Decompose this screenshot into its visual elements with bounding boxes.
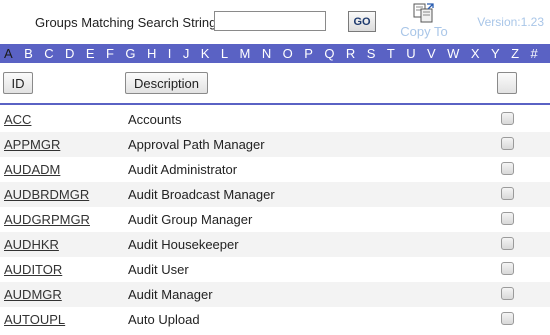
description-column-sort-button[interactable]: Description (125, 72, 208, 94)
alphabet-letter-m[interactable]: M (240, 46, 251, 61)
row-select-checkbox[interactable] (501, 187, 514, 200)
group-id-link[interactable]: AUDGRPMGR (4, 212, 90, 227)
alphabet-letter-e[interactable]: E (86, 46, 95, 61)
search-input[interactable] (214, 11, 326, 31)
header-divider (0, 103, 550, 105)
group-description: Audit Broadcast Manager (128, 187, 275, 202)
row-select-checkbox[interactable] (501, 137, 514, 150)
group-id-link[interactable]: AUDHKR (4, 237, 59, 252)
version-label: Version:1.23 (477, 15, 544, 29)
table-row: AUDMGR Audit Manager (0, 282, 550, 307)
table-row: AUDITOR Audit User (0, 257, 550, 282)
alphabet-letter-l[interactable]: L (221, 46, 228, 61)
groups-table: ACC Accounts APPMGR Approval Path Manager AU… (0, 107, 550, 332)
column-header-row: ID Description (0, 63, 550, 103)
alphabet-letter-c[interactable]: C (44, 46, 53, 61)
group-id-link[interactable]: AUDADM (4, 162, 60, 177)
alphabet-letter-r[interactable]: R (346, 46, 355, 61)
group-description: Audit Manager (128, 287, 213, 302)
copy-icon (413, 3, 434, 23)
copy-to-button[interactable]: Copy To (396, 3, 452, 41)
alphabet-letter-t[interactable]: T (387, 46, 395, 61)
group-id-link[interactable]: AUDMGR (4, 287, 62, 302)
row-select-checkbox[interactable] (501, 212, 514, 225)
alphabet-letter-g[interactable]: G (125, 46, 135, 61)
alphabet-letter-q[interactable]: Q (324, 46, 334, 61)
group-description: Audit Group Manager (128, 212, 253, 227)
group-id-link[interactable]: AUDITOR (4, 262, 62, 277)
group-id-link[interactable]: AUDBRDMGR (4, 187, 89, 202)
group-description: Audit Housekeeper (128, 237, 239, 252)
group-id-link[interactable]: ACC (4, 112, 31, 127)
alphabet-letter-u[interactable]: U (406, 46, 415, 61)
alphabet-letter-hash[interactable]: # (530, 46, 537, 61)
group-description: Approval Path Manager (128, 137, 265, 152)
alphabet-letter-v[interactable]: V (427, 46, 436, 61)
search-label: Groups Matching Search String (35, 15, 217, 30)
alphabet-letter-f[interactable]: F (106, 46, 114, 61)
alphabet-letter-h[interactable]: H (147, 46, 156, 61)
group-description: Accounts (128, 112, 182, 127)
group-description: Audit User (128, 262, 189, 277)
group-id-link[interactable]: APPMGR (4, 137, 60, 152)
row-select-checkbox[interactable] (501, 312, 514, 325)
alphabet-letter-k[interactable]: K (201, 46, 210, 61)
id-column-sort-button[interactable]: ID (3, 72, 33, 94)
alphabet-letter-o[interactable]: O (283, 46, 293, 61)
group-id-link[interactable]: AUTOUPL (4, 312, 65, 327)
alphabet-letter-a[interactable]: A (4, 46, 13, 61)
alphabet-letter-z[interactable]: Z (511, 46, 519, 61)
alphabet-letter-j[interactable]: J (183, 46, 190, 61)
alphabet-letter-n[interactable]: N (262, 46, 271, 61)
select-all-button[interactable] (497, 72, 517, 94)
copy-to-label: Copy To (400, 24, 448, 39)
go-button[interactable]: GO (348, 11, 376, 32)
alphabet-letter-s[interactable]: S (367, 46, 376, 61)
table-row: AUDGRPMGR Audit Group Manager (0, 207, 550, 232)
alphabet-letter-i[interactable]: I (168, 46, 172, 61)
alphabet-letter-x[interactable]: X (471, 46, 480, 61)
row-select-checkbox[interactable] (501, 237, 514, 250)
table-row: APPMGR Approval Path Manager (0, 132, 550, 157)
group-description: Audit Administrator (128, 162, 238, 177)
row-select-checkbox[interactable] (501, 162, 514, 175)
table-row: AUDHKR Audit Housekeeper (0, 232, 550, 257)
alphabet-letter-y[interactable]: Y (491, 46, 500, 61)
alphabet-letter-w[interactable]: W (447, 46, 459, 61)
toolbar: Groups Matching Search String GO Copy To… (0, 0, 550, 44)
alphabet-filter-bar: A B C D E F G H I J K L M N O P Q R S T U V W X Y Z # (0, 44, 550, 63)
alphabet-letter-b[interactable]: B (24, 46, 33, 61)
table-row: AUTOUPL Auto Upload (0, 307, 550, 332)
alphabet-letter-p[interactable]: P (304, 46, 313, 61)
table-row: AUDBRDMGR Audit Broadcast Manager (0, 182, 550, 207)
row-select-checkbox[interactable] (501, 262, 514, 275)
alphabet-letter-d[interactable]: D (65, 46, 74, 61)
table-row: AUDADM Audit Administrator (0, 157, 550, 182)
table-row: ACC Accounts (0, 107, 550, 132)
row-select-checkbox[interactable] (501, 287, 514, 300)
group-description: Auto Upload (128, 312, 200, 327)
row-select-checkbox[interactable] (501, 112, 514, 125)
